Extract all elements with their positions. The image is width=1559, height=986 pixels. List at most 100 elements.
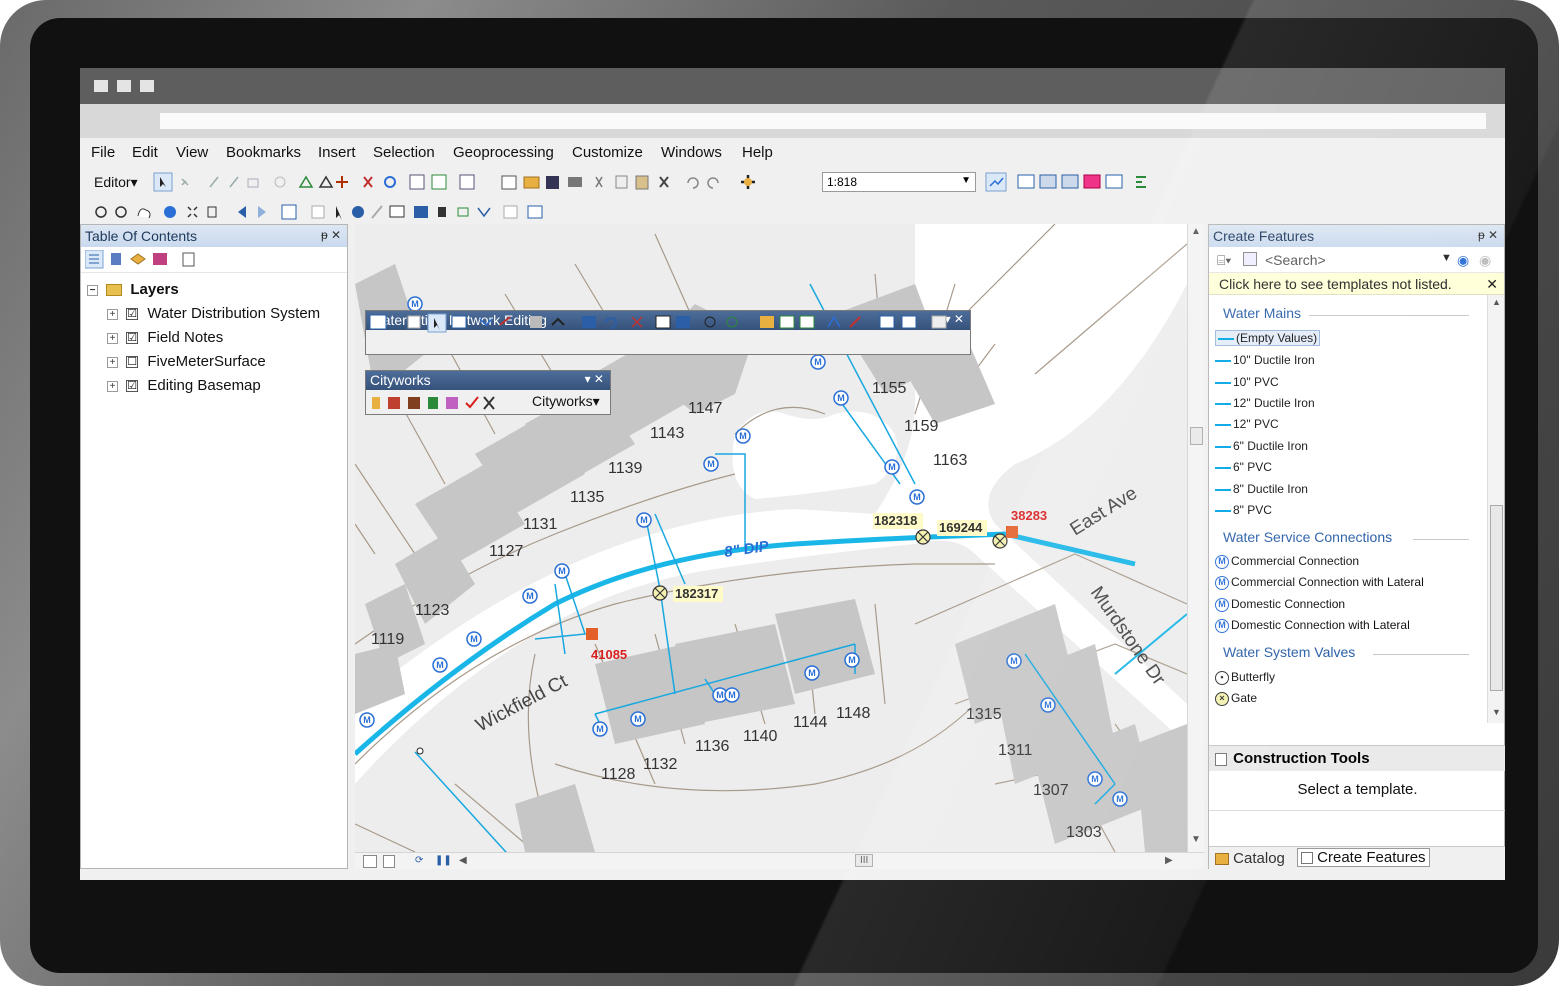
pin-close-icon[interactable]: ᵽ ✕ (1478, 228, 1498, 242)
search-icon[interactable]: ◉ (1457, 252, 1469, 269)
template-item[interactable]: M Commercial Connection with Lateral (1215, 575, 1424, 590)
chevron-down-icon[interactable]: ▼ (961, 175, 971, 186)
menu-windows[interactable]: Windows (661, 144, 722, 161)
fitting-icon (416, 747, 424, 755)
layers-root[interactable]: − Layers (87, 281, 179, 298)
menu-customize[interactable]: Customize (572, 144, 643, 161)
scale-value: 1:818 (827, 175, 858, 189)
list-by-source-icon (111, 253, 121, 265)
scroll-up-icon[interactable]: ▲ (1492, 297, 1501, 307)
window-control-icon[interactable] (140, 80, 154, 92)
template-item[interactable]: M Commercial Connection (1215, 554, 1359, 569)
scroll-left-icon[interactable]: ◀ (459, 855, 467, 866)
scroll-up-icon[interactable]: ▲ (1191, 226, 1201, 237)
menu-selection[interactable]: Selection (373, 144, 435, 161)
meter-label: M (634, 714, 642, 724)
window-control-icon[interactable] (117, 80, 131, 92)
organize-templates-icon[interactable]: ⌸▾ (1217, 252, 1231, 269)
tab-create-features[interactable]: Create Features (1297, 848, 1430, 867)
scale-select[interactable]: 1:818 ▼ (822, 172, 976, 192)
layer-item[interactable]: + ☑ Field Notes (107, 329, 223, 346)
list-by-selection-icon (153, 253, 167, 265)
map-view[interactable]: M M M M M M M M M M M M M M M M M M M M … (355, 224, 1187, 852)
cityworks-toolbar-title[interactable]: Cityworks ▾ ✕ (366, 371, 610, 390)
collapse-icon[interactable]: − (87, 284, 98, 296)
chevron-down-icon[interactable]: ▼ (1441, 252, 1452, 264)
valve-id-label: 169244 (939, 520, 983, 535)
clear-search-icon[interactable]: ◉ (1479, 252, 1491, 269)
close-icon[interactable]: ✕ (1486, 276, 1498, 293)
scroll-thumb[interactable] (1190, 427, 1203, 445)
layer-checkbox[interactable]: ☐ (126, 356, 139, 369)
toolbar-close-icon[interactable]: ▾ ✕ (585, 372, 604, 386)
template-item[interactable]: 10" Ductile Iron (1215, 353, 1315, 367)
template-item[interactable]: 12" PVC (1215, 417, 1279, 431)
menu-insert[interactable]: Insert (318, 144, 356, 161)
menu-bookmarks[interactable]: Bookmarks (226, 144, 301, 161)
editor-menu-button[interactable]: Editor▾ (94, 174, 138, 191)
pause-icon[interactable]: ❚❚ (435, 855, 452, 866)
work-order-icon (1006, 526, 1018, 538)
rotate-icon (384, 176, 396, 188)
scroll-down-icon[interactable]: ▼ (1191, 834, 1201, 845)
expand-icon[interactable]: + (107, 332, 118, 344)
parcel-label: 1147 (688, 400, 723, 417)
point-icon (274, 176, 286, 188)
parcel-label: 1136 (695, 738, 730, 755)
template-item[interactable]: 6" PVC (1215, 460, 1272, 474)
window-control-icon[interactable] (94, 80, 108, 92)
scroll-down-icon[interactable]: ▼ (1492, 707, 1501, 717)
copy-icon (615, 175, 628, 189)
work-order-id-label: 41085 (591, 647, 627, 662)
cityworks-menu-button[interactable]: Cityworks▾ (532, 393, 600, 410)
layer-checkbox[interactable]: ☑ (126, 308, 139, 321)
map-vertical-scrollbar[interactable]: ▲ ▼ (1187, 224, 1204, 852)
model-builder-icon (1136, 176, 1146, 188)
layer-checkbox[interactable]: ☑ (126, 332, 139, 345)
create-features-icon (1301, 852, 1313, 865)
meter-label: M (640, 515, 648, 525)
xy-icon (477, 207, 491, 218)
scroll-right-icon[interactable]: ▶ (1165, 855, 1173, 866)
layer-item[interactable]: + ☐ FiveMeterSurface (107, 353, 266, 370)
cut-icon (595, 176, 603, 188)
template-item[interactable]: 12" Ductile Iron (1215, 396, 1315, 410)
layout-view-icon[interactable] (363, 855, 377, 868)
templates-notice[interactable]: Click here to see templates not listed. … (1209, 273, 1504, 295)
template-item[interactable]: (Empty Values) (1215, 330, 1321, 346)
scroll-thumb-horizontal[interactable]: III (855, 854, 874, 867)
grid-icon (655, 315, 671, 329)
expand-icon[interactable]: + (107, 380, 118, 392)
select-elements-icon (336, 206, 342, 220)
template-item[interactable]: 10" PVC (1215, 375, 1279, 389)
layer-item[interactable]: + ☑ Water Distribution System (107, 305, 320, 322)
refresh-icon[interactable]: ⟳ (415, 855, 423, 866)
network-tool-icon (369, 314, 387, 330)
template-item[interactable]: M Domestic Connection with Lateral (1215, 618, 1410, 633)
template-properties-icon[interactable] (1243, 252, 1257, 266)
expand-icon[interactable]: + (107, 356, 118, 368)
menu-geoprocessing[interactable]: Geoprocessing (453, 144, 554, 161)
tab-catalog[interactable]: Catalog (1215, 850, 1285, 867)
menu-view[interactable]: View (176, 144, 208, 161)
pin-close-icon[interactable]: ᵽ ✕ (321, 228, 341, 242)
parcel-label: 1140 (743, 728, 778, 745)
template-label: 8" Ductile Iron (1233, 482, 1308, 496)
expand-icon[interactable]: + (107, 308, 118, 320)
menu-edit[interactable]: Edit (132, 144, 158, 161)
layer-item[interactable]: + ☑ Editing Basemap (107, 377, 261, 394)
template-item[interactable]: 8" Ductile Iron (1215, 482, 1308, 496)
template-item[interactable]: • Butterfly (1215, 670, 1275, 685)
data-view-icon[interactable] (383, 855, 395, 868)
template-item[interactable]: × Gate (1215, 691, 1257, 706)
template-item[interactable]: 8" PVC (1215, 503, 1272, 517)
template-list-scrollbar[interactable]: ▲ ▼ (1487, 295, 1504, 723)
layer-checkbox[interactable]: ☑ (126, 380, 139, 393)
address-field[interactable] (160, 113, 1486, 129)
menu-file[interactable]: File (91, 144, 115, 161)
template-item[interactable]: M Domestic Connection (1215, 597, 1345, 612)
template-item[interactable]: 6" Ductile Iron (1215, 439, 1308, 453)
scroll-thumb[interactable] (1490, 505, 1503, 691)
template-search-input[interactable]: <Search> (1265, 252, 1326, 268)
menu-help[interactable]: Help (742, 144, 773, 161)
